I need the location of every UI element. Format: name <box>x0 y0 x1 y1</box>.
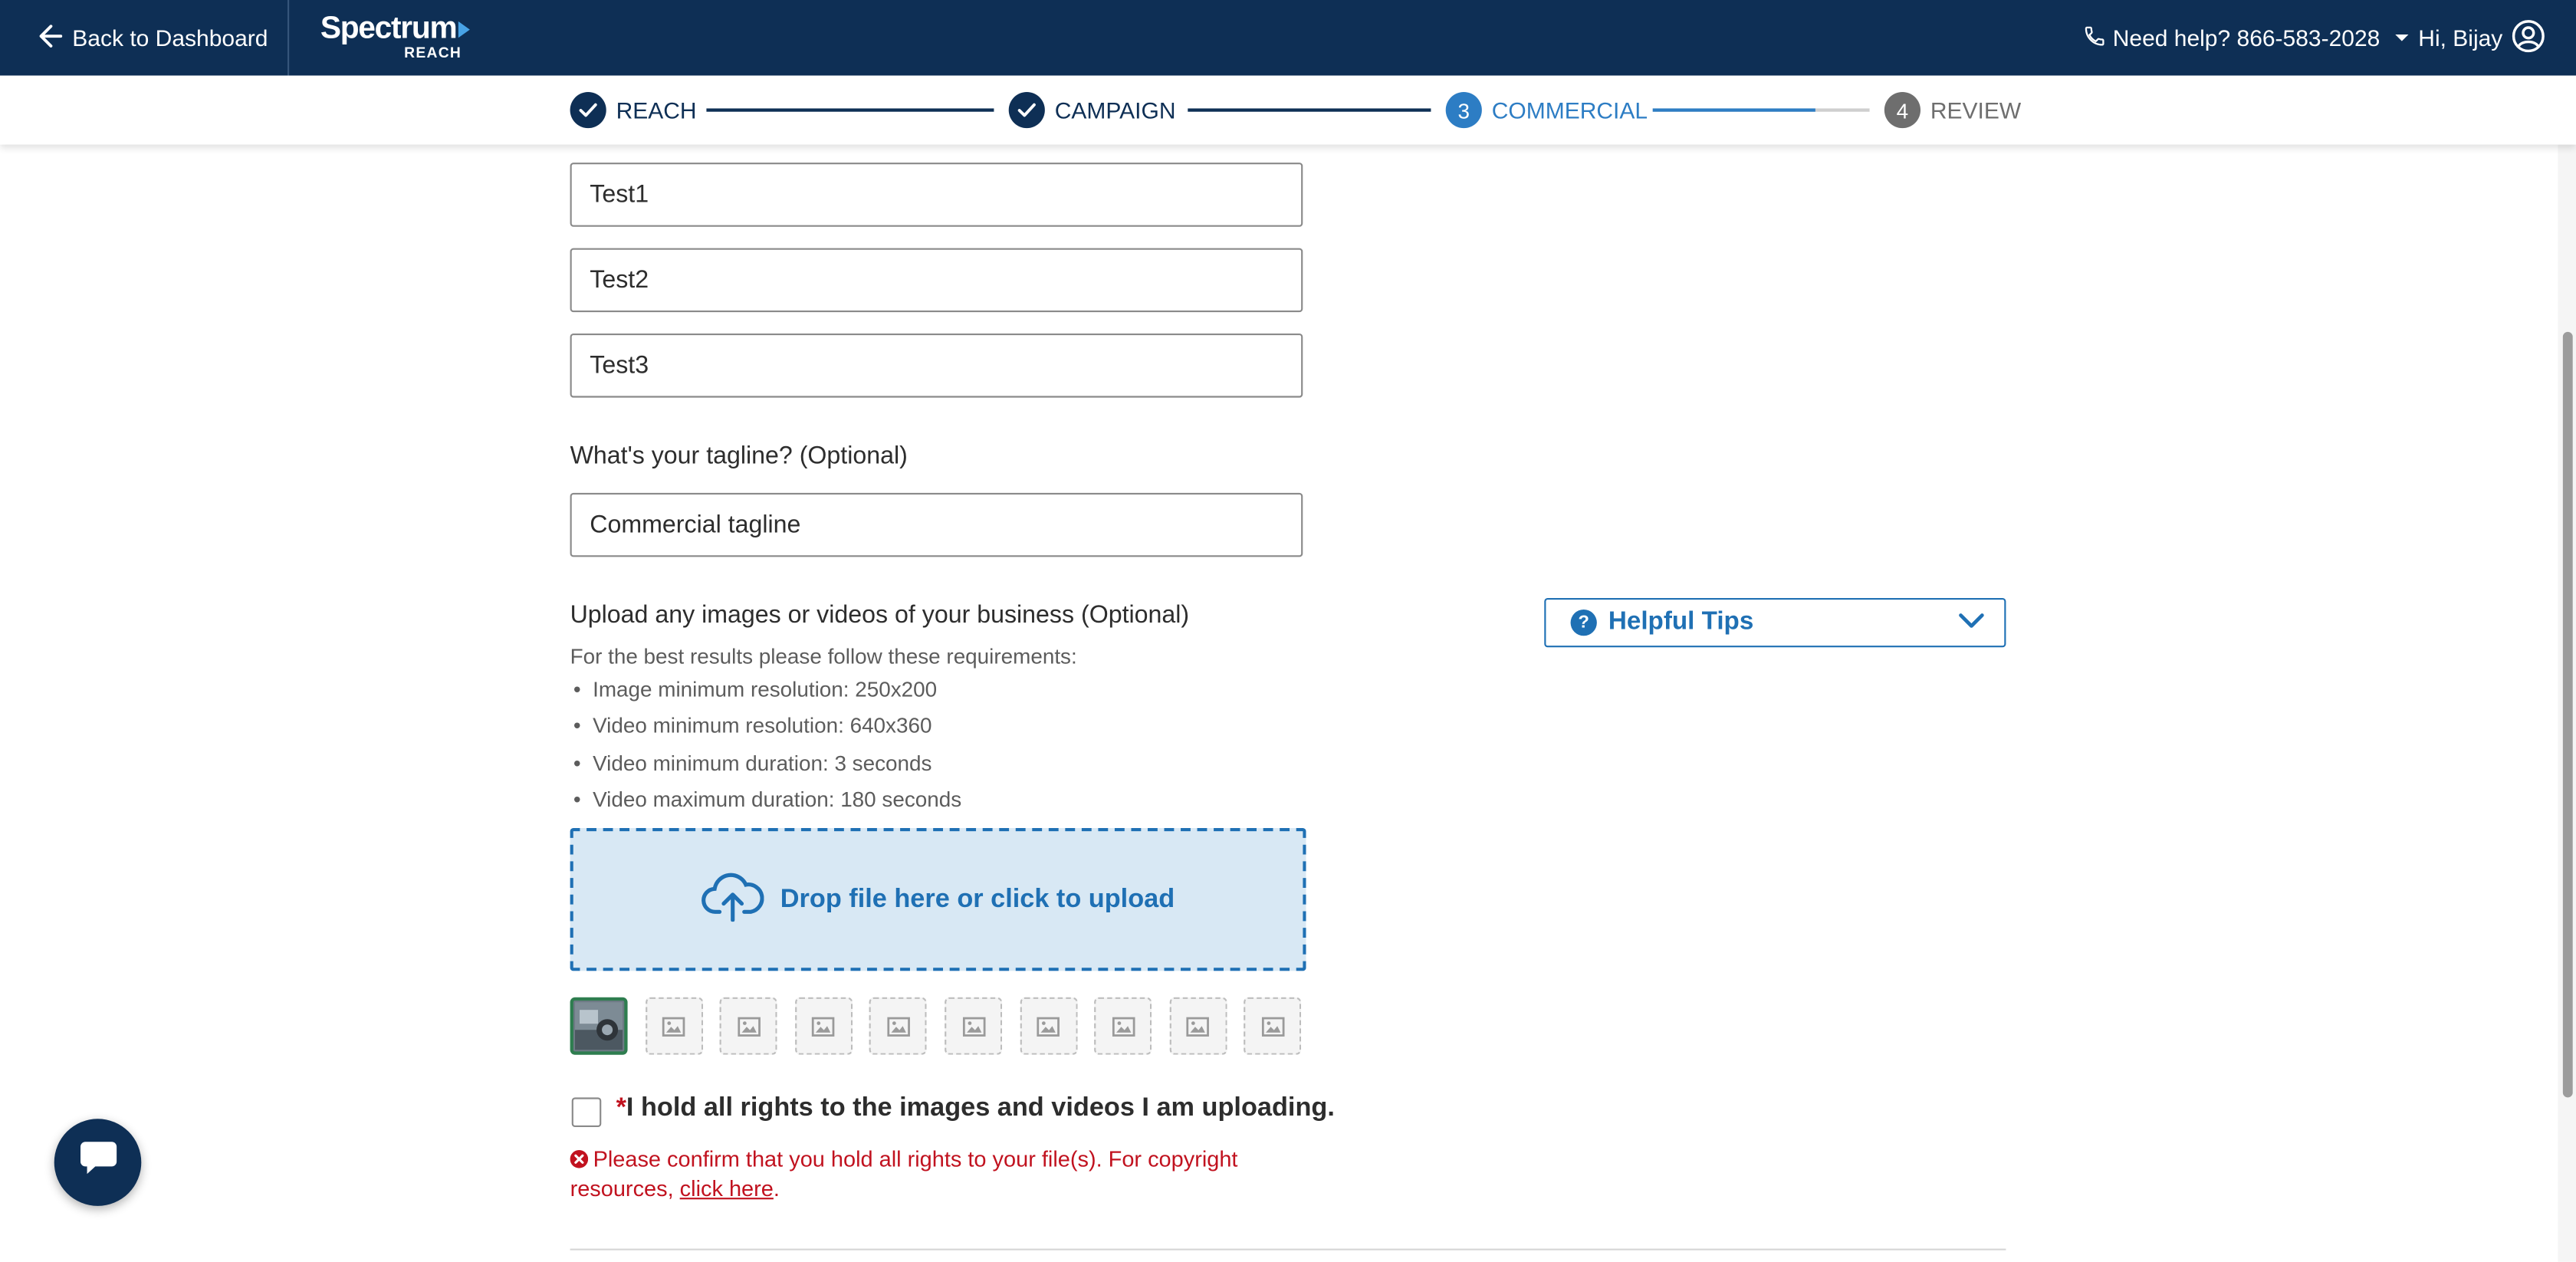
image-placeholder-icon <box>1261 1016 1285 1036</box>
step-review[interactable]: 4 REVIEW <box>1884 92 2022 129</box>
empty-upload-slot[interactable] <box>1094 997 1152 1055</box>
highlight-input-1[interactable]: Test1 <box>570 163 1303 227</box>
back-to-dashboard-link[interactable]: Back to Dashboard <box>39 0 268 76</box>
uploaded-image-thumbnail[interactable] <box>570 997 628 1055</box>
help-phone[interactable]: Need help? 866-583-2028 <box>2083 0 2380 76</box>
requirement-text: Video minimum duration: 3 seconds <box>593 751 932 776</box>
image-placeholder-icon <box>961 1016 985 1036</box>
copyright-click-here-link[interactable]: click here <box>680 1176 774 1201</box>
step-commercial[interactable]: 3 COMMERCIAL <box>1445 92 1648 129</box>
check-icon <box>570 92 606 129</box>
rights-checkbox[interactable] <box>571 1097 602 1127</box>
image-placeholder-icon <box>1186 1016 1210 1036</box>
chat-launcher-button[interactable] <box>54 1119 142 1206</box>
empty-upload-slot[interactable] <box>719 997 777 1055</box>
requirement-item: • Image minimum resolution: 250x200 <box>573 676 938 702</box>
progress-stepper: REACH CAMPAIGN 3 COMMERCIAL 4 REVIEW <box>0 75 2576 145</box>
phone-icon <box>2083 24 2106 51</box>
step-reach-label: REACH <box>616 97 697 123</box>
section-divider <box>570 1248 2006 1250</box>
commercial-form-area: Test1 Test2 Test3 What's your tagline? (… <box>0 145 2576 1262</box>
logo-sub: REACH <box>404 44 462 61</box>
logo-triangle-icon <box>458 21 470 38</box>
step-connector-3 <box>1652 108 1870 112</box>
image-placeholder-icon <box>1037 1016 1060 1036</box>
empty-upload-slot[interactable] <box>869 997 928 1055</box>
uploaded-photo-icon <box>575 1002 623 1050</box>
empty-upload-slot[interactable] <box>945 997 1003 1055</box>
step-review-label: REVIEW <box>1930 97 2022 123</box>
image-placeholder-icon <box>737 1016 761 1036</box>
file-upload-dropzone[interactable]: Drop file here or click to upload <box>570 828 1306 971</box>
step-connector-3-fill <box>1652 108 1815 112</box>
requirement-item: • Video minimum resolution: 640x360 <box>573 713 932 738</box>
requirement-text: Video maximum duration: 180 seconds <box>593 787 962 812</box>
image-placeholder-icon <box>1112 1016 1135 1036</box>
step-campaign-label: CAMPAIGN <box>1054 97 1176 123</box>
back-to-dashboard-label: Back to Dashboard <box>72 25 268 51</box>
rights-statement: *I hold all rights to the images and vid… <box>616 1094 1335 1124</box>
tagline-label: What's your tagline? (Optional) <box>570 442 908 470</box>
empty-upload-slot[interactable] <box>1169 997 1227 1055</box>
requirements-intro: For the best results please follow these… <box>570 644 1077 669</box>
cloud-upload-icon <box>702 869 764 930</box>
image-placeholder-icon <box>887 1016 910 1036</box>
error-icon <box>570 1147 589 1175</box>
help-label: Need help? 866-583-2028 <box>2112 25 2380 51</box>
helpful-tips-accordion[interactable]: ? Helpful Tips <box>1544 598 2006 648</box>
highlight-input-2[interactable]: Test2 <box>570 248 1303 313</box>
logo-word: Spectrum <box>320 12 458 46</box>
step-commercial-number: 3 <box>1445 92 1482 129</box>
highlight-input-3[interactable]: Test3 <box>570 334 1303 398</box>
step-connector-2 <box>1188 108 1431 112</box>
user-menu[interactable]: Hi, Bijay <box>2395 0 2545 76</box>
image-placeholder-icon <box>662 1016 685 1036</box>
step-reach[interactable]: REACH <box>570 92 697 129</box>
rights-error-message: Please confirm that you hold all rights … <box>570 1145 1293 1203</box>
question-circle-icon: ? <box>1570 610 1597 636</box>
dropzone-label: Drop file here or click to upload <box>780 884 1175 913</box>
requirement-item: • Video maximum duration: 180 seconds <box>573 787 962 812</box>
caret-down-icon <box>2395 35 2409 41</box>
helpful-tips-label: Helpful Tips <box>1608 607 1754 636</box>
user-greeting: Hi, Bijay <box>2418 25 2503 51</box>
tagline-input[interactable]: Commercial tagline <box>570 492 1303 557</box>
empty-upload-slot[interactable] <box>1244 997 1302 1055</box>
step-commercial-label: COMMERCIAL <box>1491 97 1648 123</box>
rights-label: I hold all rights to the images and vide… <box>626 1094 1335 1122</box>
arrow-left-icon <box>39 24 63 51</box>
step-connector-1 <box>706 108 994 112</box>
top-nav-bar: Back to Dashboard Spectrum REACH Need he… <box>0 0 2576 76</box>
header-divider <box>288 0 290 76</box>
step-campaign[interactable]: CAMPAIGN <box>1008 92 1176 129</box>
scrollbar-thumb[interactable] <box>2562 331 2573 1098</box>
chevron-down-icon <box>1958 608 1984 638</box>
chat-bubble-icon <box>77 1139 120 1186</box>
required-marker: * <box>616 1094 626 1122</box>
spectrum-reach-logo[interactable]: Spectrum REACH <box>320 12 470 61</box>
error-end: . <box>773 1176 780 1201</box>
empty-upload-slot[interactable] <box>794 997 853 1055</box>
image-placeholder-icon <box>812 1016 835 1036</box>
user-avatar-icon <box>2512 19 2545 57</box>
empty-upload-slot[interactable] <box>645 997 703 1055</box>
step-review-number: 4 <box>1884 92 1921 129</box>
requirement-text: Image minimum resolution: 250x200 <box>593 676 938 702</box>
requirement-item: • Video minimum duration: 3 seconds <box>573 751 932 776</box>
error-text: Please confirm that you hold all rights … <box>570 1146 1238 1201</box>
requirement-text: Video minimum resolution: 640x360 <box>593 713 932 738</box>
check-icon <box>1008 92 1045 129</box>
upload-label: Upload any images or videos of your busi… <box>570 601 1190 629</box>
empty-upload-slot[interactable] <box>1019 997 1077 1055</box>
